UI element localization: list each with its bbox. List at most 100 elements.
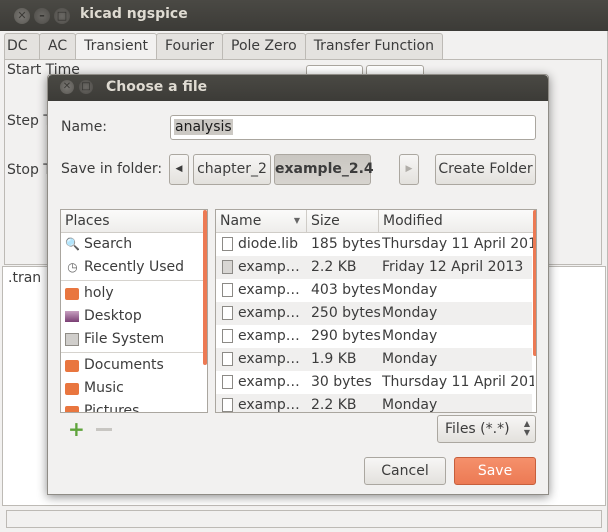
place-label: Music [84, 380, 124, 396]
updown-arrows-icon: ▲ ▼ [523, 419, 530, 437]
recent-icon: ◷ [67, 260, 78, 274]
file-modified: Thursday 11 April 2013 [382, 374, 534, 390]
file-modified: Friday 12 April 2013 [382, 259, 524, 275]
place-desktop[interactable]: Desktop [61, 305, 207, 328]
parent-titlebar: ✕ – □ kicad ngspice [0, 0, 608, 31]
file-name: examp… [238, 259, 300, 275]
breadcrumb-example-2-4[interactable]: example_2.4 [274, 154, 374, 185]
file-modified: Monday [382, 397, 438, 413]
file-icon [222, 398, 233, 412]
file-modified: Monday [382, 282, 438, 298]
search-icon: 🔍 [65, 237, 80, 251]
file-name: examp… [238, 397, 300, 413]
close-icon[interactable]: ✕ [14, 8, 30, 24]
file-icon [222, 352, 233, 366]
file-list: Name ▼ Size Modified diode.lib 185 bytes… [215, 209, 537, 413]
dialog-maximize-icon[interactable]: □ [79, 80, 93, 94]
file-icon [222, 329, 233, 343]
file-row[interactable]: examp… 403 bytes Monday [216, 279, 532, 302]
minimize-icon[interactable]: – [34, 8, 50, 24]
places-header[interactable]: Places [61, 210, 207, 233]
breadcrumb-right-arrow[interactable]: ▶ [399, 154, 419, 185]
column-name[interactable]: Name ▼ [216, 210, 307, 233]
place-label: Desktop [84, 308, 142, 324]
place-file-system[interactable]: File System [61, 328, 207, 351]
tab-ac[interactable]: AC [39, 33, 77, 59]
file-filter-select[interactable]: Files (*.*) ▲ ▼ [437, 415, 536, 443]
folder-icon [65, 406, 79, 412]
file-row[interactable]: examp… 250 bytes Monday [216, 302, 532, 325]
place-music[interactable]: Music [61, 377, 207, 400]
analysis-tabs: DC AC Transient Fourier Pole Zero Transf… [4, 33, 443, 60]
folder-icon [65, 360, 79, 372]
place-recently-used[interactable]: ◷ Recently Used [61, 256, 207, 279]
place-label: Pictures [84, 403, 140, 413]
place-label: Documents [84, 357, 164, 373]
places-divider [61, 352, 207, 353]
cancel-button[interactable]: Cancel [364, 457, 446, 485]
file-name: examp… [238, 374, 300, 390]
file-size: 2.2 KB [311, 259, 357, 275]
save-in-folder-label: Save in folder: [61, 161, 163, 177]
place-holy[interactable]: holy [61, 282, 207, 305]
file-icon [222, 237, 233, 251]
breadcrumb-left-arrow[interactable]: ◀ [169, 154, 189, 185]
column-modified[interactable]: Modified [379, 210, 536, 233]
place-label: Recently Used [84, 259, 185, 275]
file-size: 30 bytes [311, 374, 372, 390]
maximize-icon[interactable]: □ [54, 8, 70, 24]
file-size: 2.2 KB [311, 397, 357, 413]
sort-down-icon: ▼ [293, 216, 300, 225]
create-folder-button[interactable]: Create Folder [435, 154, 536, 185]
name-label: Name: [61, 119, 108, 135]
file-row[interactable]: examp… 2.2 KB Friday 12 April 2013 [216, 256, 532, 279]
file-row[interactable]: diode.lib 185 bytes Thursday 11 April 20… [216, 233, 534, 256]
file-modified: Monday [382, 351, 438, 367]
file-name: examp… [238, 282, 300, 298]
tab-dc[interactable]: DC [4, 33, 40, 59]
filename-value: analysis [174, 119, 233, 135]
file-filter-value: Files (*.*) [445, 421, 510, 437]
place-pictures[interactable]: Pictures [61, 400, 207, 413]
file-icon [222, 260, 233, 274]
file-size: 290 bytes [311, 328, 381, 344]
file-row[interactable]: examp… 1.9 KB Monday [216, 348, 532, 371]
save-button[interactable]: Save [454, 457, 536, 485]
file-icon [222, 375, 233, 389]
file-name: examp… [238, 328, 300, 344]
add-bookmark-plus-icon[interactable]: + [68, 419, 85, 439]
tab-transient[interactable]: Transient [75, 33, 157, 60]
place-label: File System [84, 331, 165, 347]
column-name-label: Name [220, 213, 262, 229]
file-name: examp… [238, 351, 300, 367]
place-search[interactable]: 🔍 Search [61, 233, 207, 256]
file-modified: Thursday 11 April 2013 [382, 236, 534, 252]
status-bar [6, 510, 602, 528]
filename-input[interactable]: analysis [170, 115, 536, 140]
file-list-header: Name ▼ Size Modified [216, 210, 536, 233]
file-list-scrollbar[interactable] [533, 210, 536, 356]
tab-transfer-function[interactable]: Transfer Function [304, 33, 443, 59]
place-documents[interactable]: Documents [61, 354, 207, 377]
file-modified: Monday [382, 328, 438, 344]
place-label: Search [84, 236, 133, 252]
place-label: holy [84, 285, 114, 301]
column-size[interactable]: Size [307, 210, 379, 233]
places-pane: Places 🔍 Search ◷ Recently Used holy Des… [60, 209, 208, 413]
file-row[interactable]: examp… 290 bytes Monday [216, 325, 532, 348]
dialog-close-icon[interactable]: ✕ [60, 80, 74, 94]
breadcrumb-chapter-2[interactable]: chapter_2 [193, 154, 271, 185]
file-row[interactable]: examp… 30 bytes Thursday 11 April 2013 [216, 371, 534, 394]
desktop-icon [65, 311, 79, 322]
file-name: examp… [238, 305, 300, 321]
tab-fourier[interactable]: Fourier [155, 33, 223, 59]
remove-bookmark-minus-icon[interactable] [96, 428, 112, 431]
tab-pole-zero[interactable]: Pole Zero [222, 33, 306, 59]
file-icon [222, 306, 233, 320]
file-chooser-dialog: ✕ □ Choose a file Name: analysis Save in… [47, 74, 549, 495]
places-scrollbar[interactable] [203, 210, 207, 365]
file-row[interactable]: examp… 2.2 KB Monday [216, 394, 532, 413]
file-name: diode.lib [238, 236, 298, 252]
file-size: 403 bytes [311, 282, 381, 298]
file-icon [222, 283, 233, 297]
